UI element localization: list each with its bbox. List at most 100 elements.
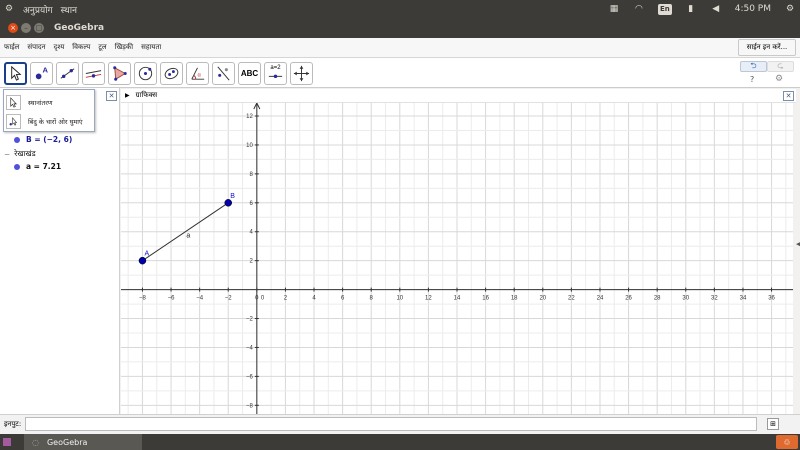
side-panel-toggle-icon[interactable]: ◀: [796, 240, 800, 248]
visibility-dot-icon[interactable]: [14, 136, 20, 143]
dropdown-item-label: स्थानांतरण: [28, 98, 53, 107]
menu-tools[interactable]: टूल: [94, 43, 110, 52]
geogebra-task-icon: ◌: [32, 437, 39, 447]
trash-icon[interactable]: ♲: [776, 435, 798, 449]
x-tick-label: 20: [539, 296, 546, 302]
calendar-icon[interactable]: ▦: [608, 3, 620, 15]
algebra-item-segment-a[interactable]: a = 7.21: [14, 162, 61, 171]
collapse-icon[interactable]: −: [4, 150, 10, 159]
wifi-icon[interactable]: ◠: [633, 3, 645, 15]
settings-icon[interactable]: ⚙: [784, 3, 796, 15]
menu-edit[interactable]: संपादन: [23, 43, 49, 52]
graphics-close-button[interactable]: ✕: [783, 91, 794, 101]
x-tick-label: −8: [139, 296, 147, 302]
minimize-window-button[interactable]: –: [21, 23, 31, 33]
text-tool-label: ABC: [240, 69, 259, 78]
x-tick-label: 28: [654, 296, 661, 302]
slider-tool-label: a=2: [270, 65, 281, 71]
algebra-group-header[interactable]: − रेखाखंड: [4, 149, 36, 159]
circle-icon: [138, 66, 153, 81]
reflect-line-icon: [217, 66, 230, 81]
y-tick-label: −8: [246, 403, 254, 409]
redo-button[interactable]: ⮎: [767, 61, 794, 72]
y-tick-label: 8: [249, 172, 253, 178]
slider-tool[interactable]: a=2: [264, 62, 287, 85]
angle-tool[interactable]: α: [186, 62, 209, 85]
line-tool[interactable]: [56, 62, 79, 85]
maximize-window-button[interactable]: □: [34, 23, 44, 33]
menu-file[interactable]: फाईल: [0, 43, 23, 52]
window-title: GeoGebra: [54, 23, 105, 33]
line-icon: [60, 68, 75, 79]
volume-icon[interactable]: ◀: [710, 3, 722, 15]
algebra-item-point-b[interactable]: B = (−2, 6): [14, 135, 72, 144]
rotate-around-point-icon: [6, 113, 21, 129]
x-tick-label: 32: [711, 296, 718, 302]
perpendicular-line-tool[interactable]: [82, 62, 105, 85]
y-tick-label: −6: [246, 374, 254, 380]
origin-label: 0: [261, 296, 265, 302]
y-tick-label: 2: [249, 259, 253, 265]
x-tick-label: 12: [425, 296, 432, 302]
menu-options[interactable]: विकल्प: [68, 43, 94, 52]
point-b[interactable]: [224, 199, 232, 207]
circle-tool[interactable]: [134, 62, 157, 85]
gear-icon[interactable]: ⚙: [3, 3, 15, 15]
segment-group-label: रेखाखंड: [14, 149, 36, 158]
y-tick-label: 4: [249, 230, 253, 236]
workspace-switcher-icon[interactable]: [3, 438, 11, 446]
x-tick-label: 0: [255, 296, 259, 302]
apps-menu[interactable]: अनुप्रयोग: [23, 3, 53, 16]
dropdown-item-move[interactable]: स्थानांतरण: [6, 93, 94, 111]
ellipse-icon: [164, 67, 179, 80]
y-tick-label: −4: [246, 345, 254, 351]
menu-view[interactable]: दृश्य: [50, 43, 69, 52]
visibility-dot-icon[interactable]: [14, 163, 20, 170]
move-graphics-tool[interactable]: [290, 62, 313, 85]
menu-help[interactable]: सहायता: [137, 43, 165, 52]
point-a[interactable]: [138, 256, 147, 265]
sign-in-button[interactable]: साईन इन करें...: [738, 39, 796, 56]
taskbar-task-label: GeoGebra: [46, 437, 88, 447]
dropdown-item-label: बिंदु के चारों ओर घुमाएं: [28, 117, 83, 126]
reflect-tool[interactable]: [212, 62, 235, 85]
input-field[interactable]: [25, 417, 757, 431]
point-b-label: B: [230, 193, 235, 200]
places-menu[interactable]: स्थान: [61, 3, 77, 16]
clock[interactable]: 4:50 PM: [735, 4, 771, 14]
battery-icon[interactable]: ▮: [685, 3, 697, 15]
dropdown-item-rotate[interactable]: बिंदु के चारों ओर घुमाएं: [6, 112, 94, 130]
close-window-button[interactable]: ×: [8, 23, 18, 33]
toolbar-settings-icon[interactable]: ⚙: [775, 74, 783, 84]
segment-a-label: a: [186, 233, 190, 240]
svg-text:α: α: [198, 72, 202, 78]
svg-text:A: A: [42, 66, 48, 75]
help-icon[interactable]: ?: [750, 75, 754, 84]
text-tool[interactable]: ABC: [238, 62, 261, 85]
arrow-cursor-icon: [11, 65, 22, 81]
move-tool[interactable]: [4, 62, 27, 85]
undo-button[interactable]: ⮌: [740, 61, 767, 72]
x-tick-label: 2: [284, 296, 288, 302]
x-tick-label: 6: [341, 296, 345, 302]
menubar: फाईल संपादन दृश्य विकल्प टूल खिड़की सहाय…: [0, 38, 800, 58]
point-tool[interactable]: A: [30, 62, 53, 85]
keyboard-layout-indicator[interactable]: En: [657, 3, 672, 15]
input-help-button[interactable]: ⊞: [767, 418, 779, 430]
x-tick-label: 36: [768, 296, 775, 302]
segment-a-value: a = 7.21: [26, 162, 62, 171]
graphics-canvas[interactable]: −8 −6 −4 −2 0 2 4 6 8 10 12 14 16 18 20 22 24 26 28 30 32 34 3…: [121, 103, 793, 414]
point-a-label: A: [144, 251, 149, 258]
graphics-svg[interactable]: −8 −6 −4 −2 0 2 4 6 8 10 12 14 16 18 20 22 24 26 28 30 32 34 3…: [121, 103, 793, 414]
x-tick-label: 14: [454, 296, 461, 302]
menu-window[interactable]: खिड़की: [111, 43, 137, 52]
x-tick-label: −4: [196, 296, 204, 302]
x-tick-label: 34: [740, 296, 747, 302]
expand-arrow-icon[interactable]: ▶: [125, 92, 130, 99]
polygon-tool[interactable]: [108, 62, 131, 85]
algebra-close-button[interactable]: ✕: [106, 91, 117, 101]
x-tick-label: 24: [597, 296, 604, 302]
taskbar-geogebra-button[interactable]: ◌ GeoGebra: [24, 434, 142, 450]
input-label: इनपुट:: [4, 420, 22, 428]
ellipse-tool[interactable]: [160, 62, 183, 85]
